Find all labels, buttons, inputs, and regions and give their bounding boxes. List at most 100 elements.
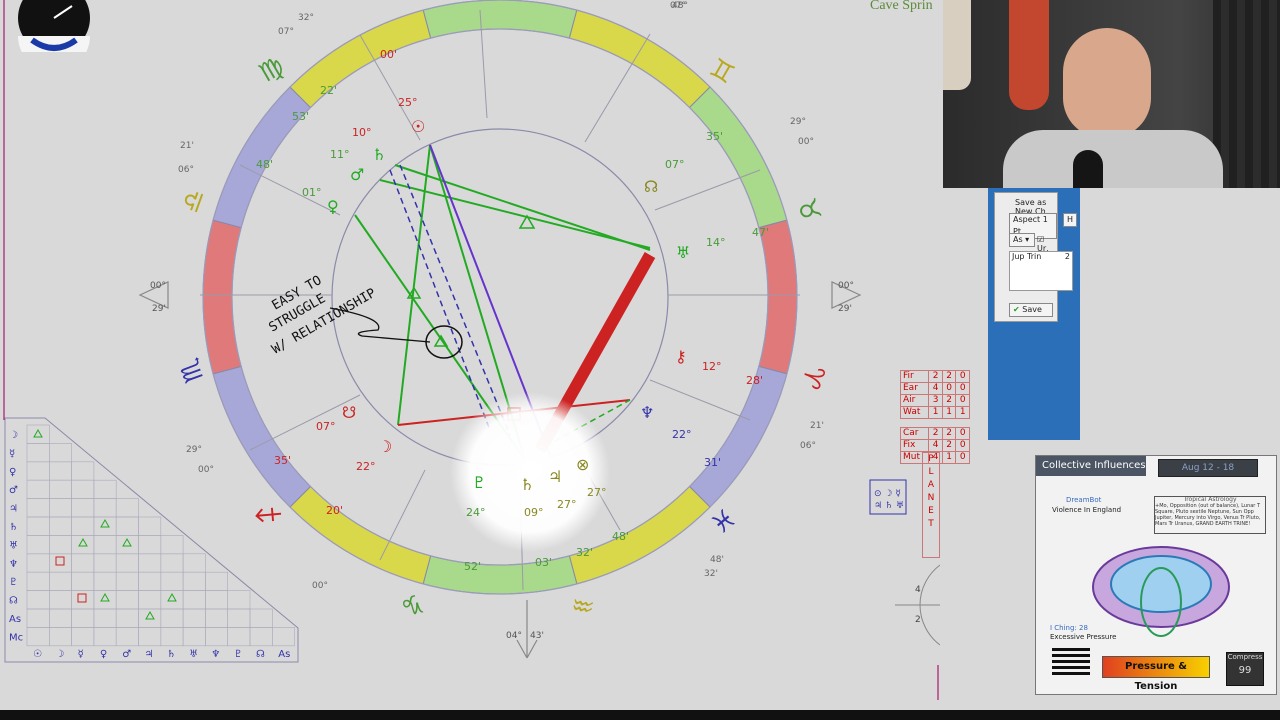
- sun-icon: ☉: [411, 117, 425, 136]
- aspect-grid-row-label: ♀: [9, 467, 16, 478]
- aspect-grid-cell: [26, 590, 50, 610]
- svg-text:♈: ♈: [794, 361, 830, 393]
- aspect-grid-col-label: ☊: [256, 649, 265, 660]
- aspect-grid-col-label: ♂: [122, 649, 131, 660]
- aspect-grid-cell: [138, 571, 162, 591]
- asc-degree: 00°: [150, 281, 166, 291]
- degree-label: 32': [576, 546, 593, 559]
- hexagram-icon: [1052, 648, 1090, 678]
- aspect-grid-cell: [48, 608, 72, 628]
- aspect-grid-cell: [26, 479, 50, 499]
- degree-label: 48': [710, 555, 724, 565]
- elements-row: Air 3 2 0: [899, 394, 970, 407]
- degree-label: 27°: [587, 486, 607, 499]
- aspect-grid-cell: [160, 571, 184, 591]
- degree-label: 28': [746, 374, 763, 387]
- natal-chart[interactable]: ☉ ♂ ♄ ♀ ♅ ♆ ⚷ ☽ ☋ ♇ ♄ ♃ ⊗ ☊ ♍ ♊ ♎ ♉ ♏ ♈ …: [0, 0, 940, 700]
- aspect-grid-cell: [48, 571, 72, 591]
- aspect-grid-cell: [227, 627, 251, 647]
- zodiac-segment: [568, 9, 711, 109]
- aspect-grid-cell: [48, 590, 72, 610]
- aspect-select[interactable]: As ▾: [1009, 233, 1035, 247]
- aspect-panel-body: Save as New Ch Aspect 1 Pt H As ▾ ☑ Ur, …: [994, 192, 1078, 322]
- aspect-grid-cell: [115, 498, 139, 518]
- uranus-icon: ♅: [676, 243, 690, 262]
- aspect-grid-row-label: Mc: [9, 632, 23, 643]
- degree-label: 07°: [278, 27, 294, 37]
- zodiac-segment: [688, 86, 788, 229]
- collective-influences-card: Collective Influences Aug 12 - 18 DreamB…: [1035, 455, 1277, 695]
- degree-label: 07°: [670, 1, 686, 11]
- aspect-grid-cell: [71, 479, 95, 499]
- dream-label: DreamBot: [1066, 496, 1102, 504]
- degree-label: 35': [706, 130, 723, 143]
- aspect-grid-cell: [182, 608, 206, 628]
- aspect-grid-cell: [182, 571, 206, 591]
- aspect-grid-cell: [71, 590, 95, 610]
- degree-label: 07°: [665, 158, 685, 171]
- aspect-grid-cell: [115, 627, 139, 647]
- aspect-grid-cell: [249, 627, 273, 647]
- aspect-grid-cell: [205, 627, 228, 647]
- aspect-grid-cell: [93, 608, 117, 628]
- degree-label: 21': [810, 421, 824, 431]
- aspect-grid-cell: [71, 553, 95, 573]
- degree-label: 20': [326, 504, 343, 517]
- tropical-box: Tropical Astrology +Mo, Opposition (out …: [1154, 496, 1266, 534]
- svg-text:4: 4: [915, 585, 921, 595]
- iching-label: I Ching: 28: [1050, 624, 1088, 632]
- aspect-grid-col-label: ☿: [78, 649, 84, 660]
- aspect-grid-cell: [93, 571, 117, 591]
- degree-label: 27°: [557, 498, 577, 511]
- elements-row: Ear 4 0 0: [899, 382, 970, 395]
- degree-label: 47': [752, 226, 769, 239]
- zodiac-segment: [212, 365, 312, 508]
- aspect-grid-cell: [115, 516, 139, 536]
- svg-text:♎: ♎: [176, 185, 212, 217]
- aspect-grid-cell: [182, 590, 206, 610]
- aspect-grid-cell: [71, 516, 95, 536]
- degree-label: 35': [274, 454, 291, 467]
- degree-label: 48': [612, 530, 629, 543]
- degree-label: 22°: [356, 460, 376, 473]
- h-tab[interactable]: H: [1063, 213, 1078, 227]
- aspect-grid-cell: [71, 571, 95, 591]
- svg-text:♑: ♑: [398, 587, 426, 621]
- degree-label: 00°: [198, 465, 214, 475]
- compress-widget: Compress 99: [1226, 652, 1264, 686]
- svg-text:♏: ♏: [174, 354, 210, 386]
- save-button[interactable]: ✔ Save: [1009, 303, 1053, 317]
- south-node-icon: ☋: [342, 403, 356, 422]
- zodiac-segment: [289, 9, 432, 109]
- aspect-grid-cell: [48, 479, 72, 499]
- aspect-grid-row-label: ☊: [9, 596, 18, 607]
- aspect-grid-col-label: ♄: [167, 649, 176, 660]
- zodiac-segment: [422, 0, 578, 39]
- aura-diagram: [1092, 546, 1230, 637]
- aspect-grid-cell: [115, 608, 139, 628]
- aspect-grid-cell: [26, 516, 50, 536]
- card-title: Collective Influences: [1036, 456, 1146, 476]
- aspect-grid-col-label: As: [278, 649, 290, 660]
- degree-label: 52': [464, 560, 481, 573]
- degree-label: 32': [704, 569, 718, 579]
- aspect-grid-cell: [249, 608, 273, 628]
- person-head: [1063, 28, 1151, 138]
- aspect-grid-cell: [48, 535, 72, 555]
- degree-label: 07°: [316, 420, 336, 433]
- mars-icon: ♂: [350, 165, 364, 184]
- aspect-note-field[interactable]: Jup Trin 2: [1009, 251, 1073, 291]
- aspect-grid-cell: [48, 498, 72, 518]
- degree-label: 00°: [798, 137, 814, 147]
- aspect-grid-cell: [227, 608, 251, 628]
- degree-label: 48': [256, 158, 273, 171]
- degree-label: 29°: [186, 445, 202, 455]
- taskbar: [0, 710, 1280, 720]
- planets-vertical-label: PLANET: [922, 452, 940, 558]
- svg-text:⊙ ☽ ☿: ⊙ ☽ ☿: [874, 489, 901, 499]
- moon-icon: ☽: [378, 437, 392, 456]
- aspect-grid-cell: [93, 535, 117, 555]
- degree-label: 14°: [706, 236, 726, 249]
- aspect-grid-cell: [205, 571, 228, 591]
- degree-label: 09°: [524, 506, 544, 519]
